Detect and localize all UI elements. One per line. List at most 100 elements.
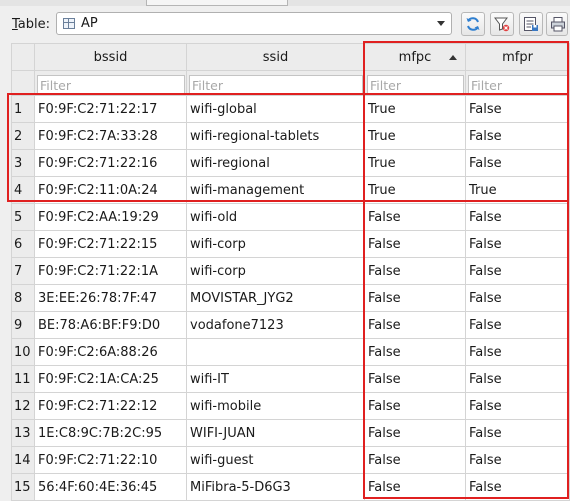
cell-mfpr[interactable]: False: [465, 392, 570, 420]
cell-mfpc[interactable]: True: [364, 122, 466, 150]
row-header[interactable]: 6: [11, 230, 35, 258]
cell-ssid[interactable]: wifi-guest: [186, 446, 365, 474]
cell-mfpc[interactable]: False: [364, 257, 466, 285]
cell-mfpc[interactable]: False: [364, 392, 466, 420]
cell-ssid[interactable]: wifi-mobile: [186, 392, 365, 420]
cell-mfpr[interactable]: False: [465, 257, 570, 285]
table-row[interactable]: 2 F0:9F:C2:7A:33:28 wifi-regional-tablets T…: [11, 122, 570, 150]
cell-ssid[interactable]: WIFI-JUAN: [186, 419, 365, 447]
cell-mfpr[interactable]: False: [465, 95, 570, 123]
table-row[interactable]: 8 3E:EE:26:78:7F:47 MOVISTAR_JYG2 False Fals…: [11, 284, 570, 312]
row-header[interactable]: 15: [11, 473, 35, 501]
cell-bssid[interactable]: 3E:EE:26:78:7F:47: [34, 284, 187, 312]
row-header[interactable]: 9: [11, 311, 35, 339]
row-header[interactable]: 3: [11, 149, 35, 177]
table-row[interactable]: 11 F0:9F:C2:1A:CA:25 wifi-IT False False: [11, 365, 570, 393]
cell-mfpc[interactable]: True: [364, 95, 466, 123]
row-header[interactable]: 8: [11, 284, 35, 312]
cell-mfpc[interactable]: False: [364, 203, 466, 231]
cell-bssid[interactable]: F0:9F:C2:71:22:12: [34, 392, 187, 420]
table-row[interactable]: 14 F0:9F:C2:71:22:10 wifi-guest False False: [11, 446, 570, 474]
column-header-mfpr[interactable]: mfpr: [465, 43, 570, 71]
cell-mfpr[interactable]: False: [465, 284, 570, 312]
cell-ssid[interactable]: MiFibra-5-D6G3: [186, 473, 365, 501]
cell-ssid[interactable]: wifi-corp: [186, 257, 365, 285]
column-header-bssid[interactable]: bssid: [34, 43, 187, 71]
row-header[interactable]: 5: [11, 203, 35, 231]
cell-bssid[interactable]: F0:9F:C2:1A:CA:25: [34, 365, 187, 393]
refresh-button[interactable]: [461, 12, 485, 36]
row-header[interactable]: 12: [11, 392, 35, 420]
save-table-button[interactable]: [519, 12, 543, 36]
cell-bssid[interactable]: F0:9F:C2:71:22:17: [34, 95, 187, 123]
cell-mfpc[interactable]: False: [364, 230, 466, 258]
cell-mfpr[interactable]: False: [465, 311, 570, 339]
cell-mfpr[interactable]: True: [465, 176, 570, 204]
table-row[interactable]: 9 BE:78:A6:BF:F9:D0 vodafone7123 False False: [11, 311, 570, 339]
cell-mfpc[interactable]: False: [364, 284, 466, 312]
cell-mfpc[interactable]: False: [364, 311, 466, 339]
row-header[interactable]: 1: [11, 95, 35, 123]
cell-bssid[interactable]: BE:78:A6:BF:F9:D0: [34, 311, 187, 339]
cell-bssid[interactable]: F0:9F:C2:71:22:15: [34, 230, 187, 258]
filter-input-ssid[interactable]: Filter: [189, 74, 363, 94]
cell-ssid[interactable]: vodafone7123: [186, 311, 365, 339]
table-row[interactable]: 4 F0:9F:C2:11:0A:24 wifi-management True Tru…: [11, 176, 570, 204]
row-header[interactable]: 7: [11, 257, 35, 285]
clear-filters-button[interactable]: [490, 12, 514, 36]
row-header[interactable]: 11: [11, 365, 35, 393]
row-header[interactable]: 10: [11, 338, 35, 366]
filter-input-mfpr[interactable]: Filter: [468, 74, 568, 94]
row-header[interactable]: 13: [11, 419, 35, 447]
cell-ssid[interactable]: wifi-regional-tablets: [186, 122, 365, 150]
row-header[interactable]: 14: [11, 446, 35, 474]
row-header[interactable]: 2: [11, 122, 35, 150]
header-corner[interactable]: [11, 43, 35, 71]
cell-mfpc[interactable]: False: [364, 365, 466, 393]
cell-bssid[interactable]: F0:9F:C2:AA:19:29: [34, 203, 187, 231]
cell-ssid[interactable]: wifi-management: [186, 176, 365, 204]
table-row[interactable]: 12 F0:9F:C2:71:22:12 wifi-mobile False False: [11, 392, 570, 420]
cell-mfpr[interactable]: False: [465, 419, 570, 447]
table-select[interactable]: AP: [56, 12, 452, 35]
active-tab[interactable]: [146, 0, 288, 6]
cell-mfpr[interactable]: False: [465, 122, 570, 150]
cell-mfpr[interactable]: False: [465, 446, 570, 474]
cell-ssid[interactable]: wifi-old: [186, 203, 365, 231]
table-row[interactable]: 10 F0:9F:C2:6A:88:26 False False: [11, 338, 570, 366]
cell-bssid[interactable]: F0:9F:C2:7A:33:28: [34, 122, 187, 150]
row-header[interactable]: 4: [11, 176, 35, 204]
cell-bssid[interactable]: F0:9F:C2:71:22:16: [34, 149, 187, 177]
table-row[interactable]: 3 F0:9F:C2:71:22:16 wifi-regional True False: [11, 149, 570, 177]
table-row[interactable]: 7 F0:9F:C2:71:22:1A wifi-corp False False: [11, 257, 570, 285]
cell-mfpc[interactable]: False: [364, 446, 466, 474]
cell-mfpr[interactable]: False: [465, 149, 570, 177]
table-row[interactable]: 5 F0:9F:C2:AA:19:29 wifi-old False False: [11, 203, 570, 231]
chevron-down-icon[interactable]: [437, 21, 445, 26]
cell-bssid[interactable]: F0:9F:C2:6A:88:26: [34, 338, 187, 366]
filter-input-bssid[interactable]: Filter: [37, 74, 185, 94]
cell-bssid[interactable]: 56:4F:60:4E:36:45: [34, 473, 187, 501]
cell-ssid[interactable]: wifi-corp: [186, 230, 365, 258]
cell-ssid[interactable]: wifi-regional: [186, 149, 365, 177]
cell-mfpc[interactable]: False: [364, 338, 466, 366]
cell-bssid[interactable]: F0:9F:C2:11:0A:24: [34, 176, 187, 204]
table-row[interactable]: 1 F0:9F:C2:71:22:17 wifi-global True False: [11, 95, 570, 123]
cell-bssid[interactable]: F0:9F:C2:71:22:1A: [34, 257, 187, 285]
cell-mfpr[interactable]: False: [465, 473, 570, 501]
cell-mfpc[interactable]: False: [364, 473, 466, 501]
table-row[interactable]: 13 1E:C8:9C:7B:2C:95 WIFI-JUAN False False: [11, 419, 570, 447]
print-button[interactable]: [546, 12, 568, 36]
column-header-ssid[interactable]: ssid: [186, 43, 365, 71]
cell-ssid[interactable]: wifi-global: [186, 95, 365, 123]
cell-mfpr[interactable]: False: [465, 230, 570, 258]
filter-input-mfpc[interactable]: Filter: [367, 74, 464, 94]
cell-ssid[interactable]: MOVISTAR_JYG2: [186, 284, 365, 312]
cell-mfpr[interactable]: False: [465, 203, 570, 231]
table-row[interactable]: 6 F0:9F:C2:71:22:15 wifi-corp False False: [11, 230, 570, 258]
cell-bssid[interactable]: F0:9F:C2:71:22:10: [34, 446, 187, 474]
cell-mfpc[interactable]: False: [364, 419, 466, 447]
cell-ssid[interactable]: [186, 338, 365, 366]
column-header-mfpc[interactable]: mfpc: [364, 43, 466, 71]
cell-mfpr[interactable]: False: [465, 338, 570, 366]
